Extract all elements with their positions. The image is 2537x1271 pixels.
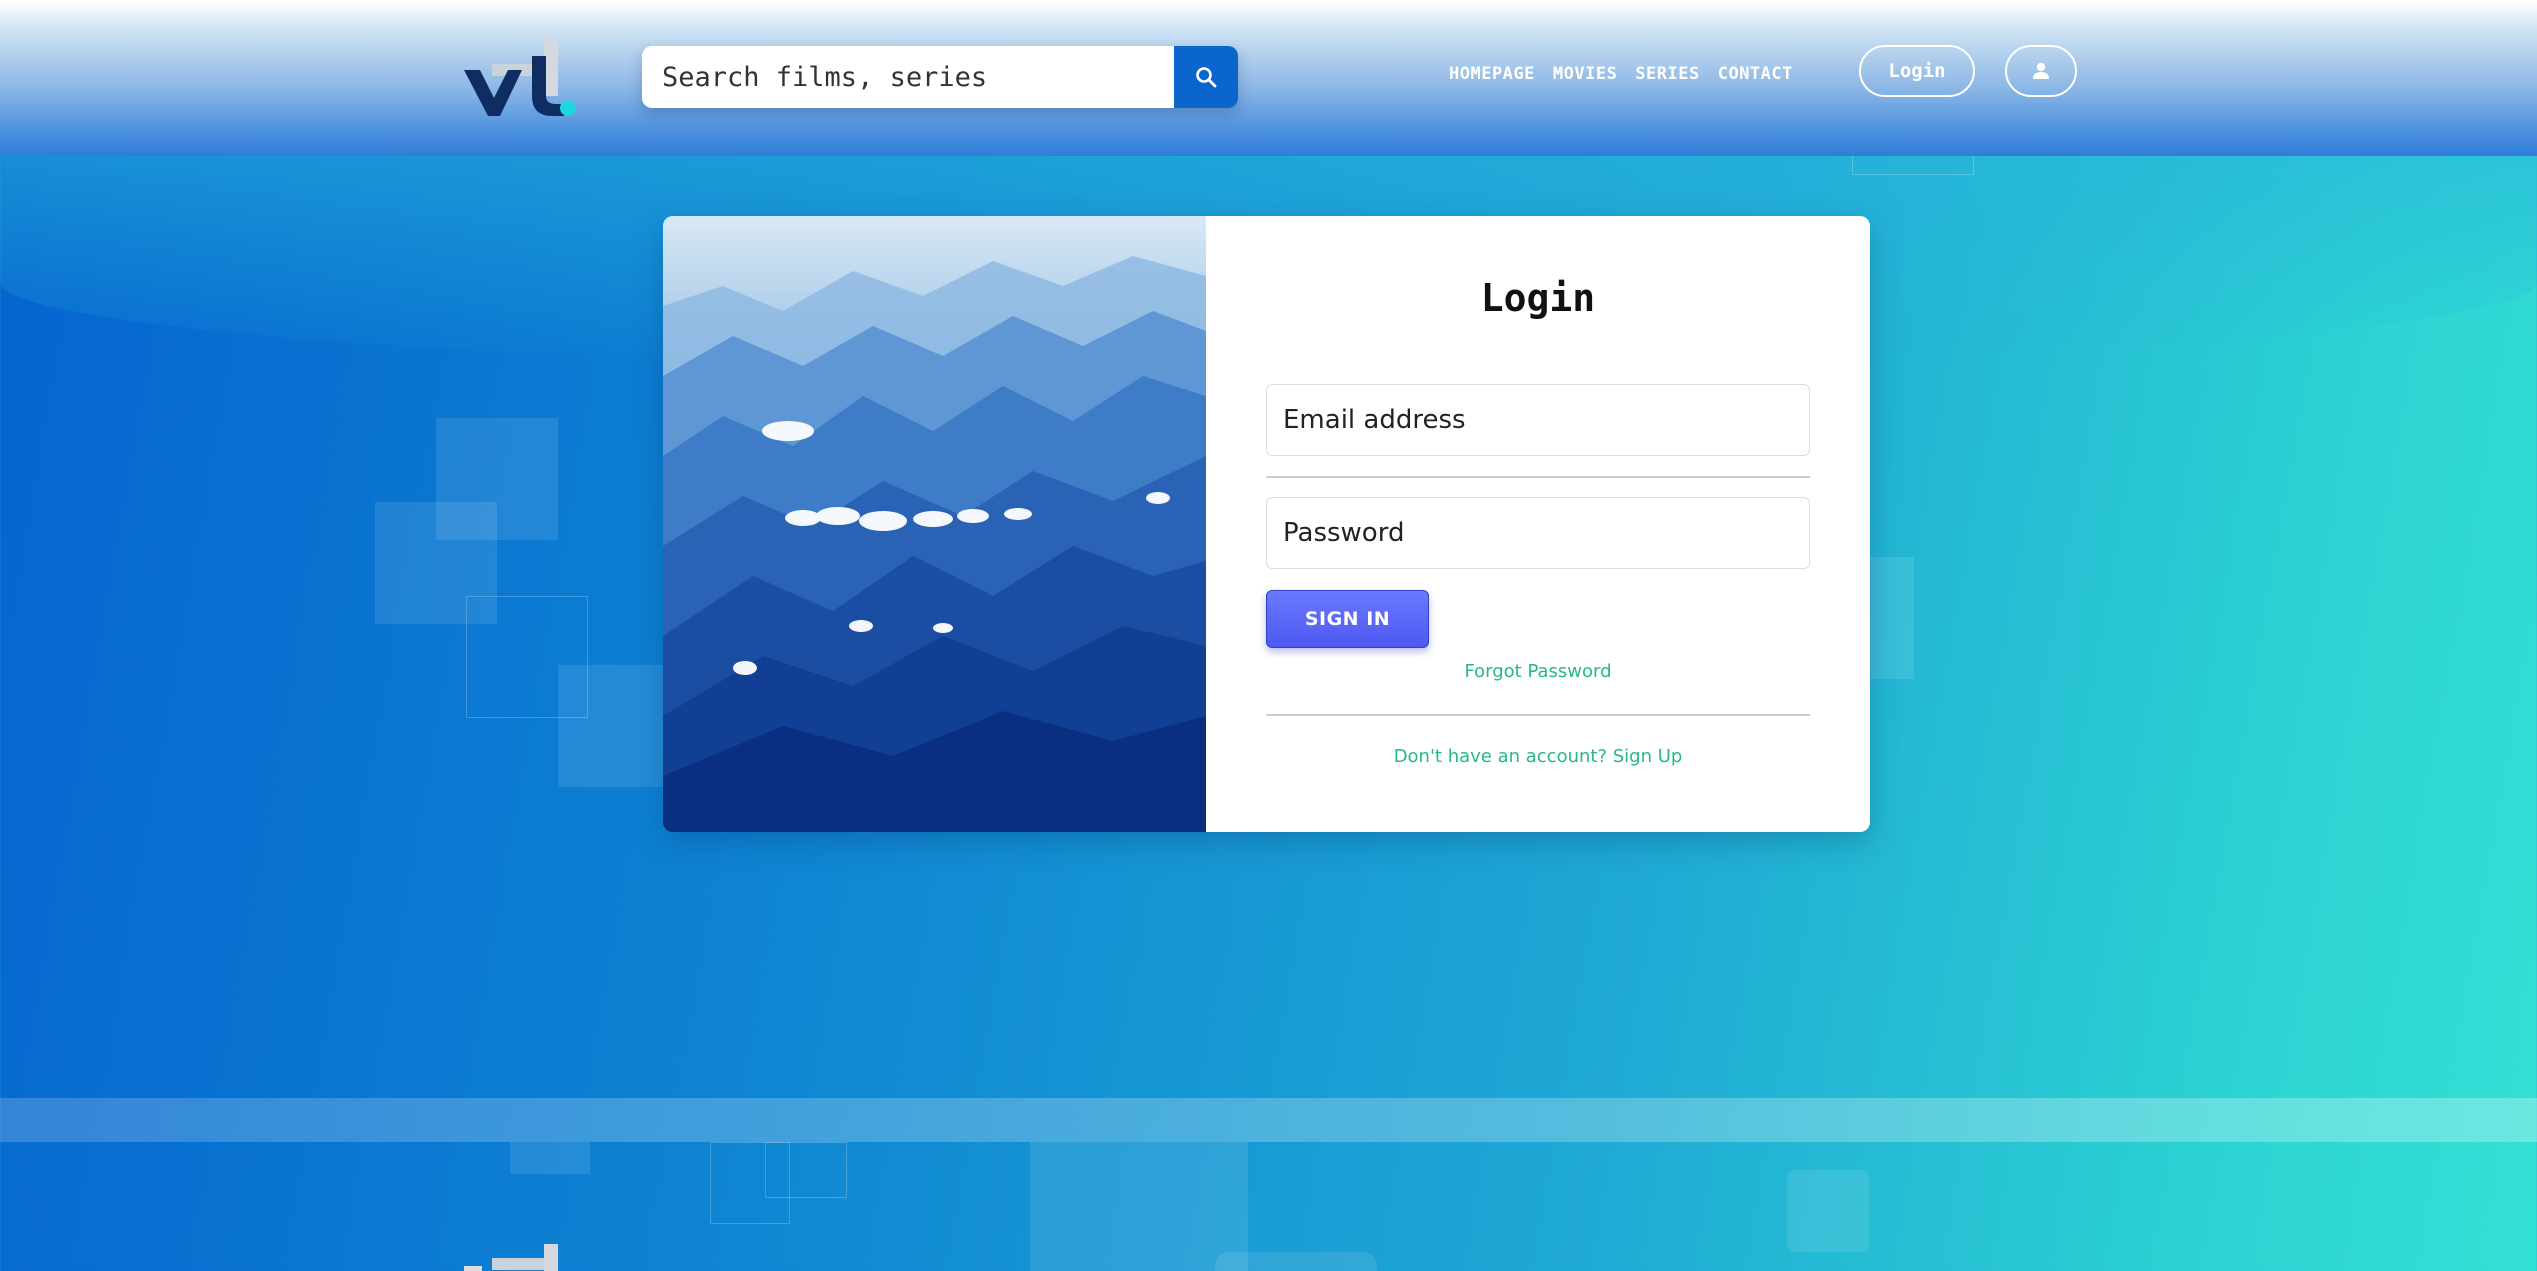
site-logo[interactable] (462, 36, 582, 122)
nav-contact[interactable]: CONTACT (1718, 64, 1793, 84)
login-card: Login SIGN IN Forgot Password Don't have… (663, 216, 1870, 832)
mountain-landscape-image (663, 216, 1206, 832)
search-input[interactable] (642, 46, 1174, 108)
background-square (1030, 1142, 1248, 1271)
forgot-password-link[interactable]: Forgot Password (1206, 661, 1870, 682)
divider (1266, 476, 1810, 478)
login-title: Login (1480, 276, 1596, 320)
search-button[interactable] (1174, 46, 1238, 108)
divider (1266, 714, 1810, 716)
header-login-button[interactable]: Login (1859, 45, 1975, 97)
login-form: Login SIGN IN Forgot Password Don't have… (1206, 216, 1870, 832)
background-band (0, 1098, 2537, 1142)
nav-movies[interactable]: MOVIES (1553, 64, 1617, 84)
background-square (510, 1142, 590, 1174)
main-nav: HOMEPAGE MOVIES SERIES CONTACT (1449, 64, 1793, 84)
background-square (1787, 1170, 1869, 1252)
background-square (1215, 1252, 1377, 1271)
sign-in-button[interactable]: SIGN IN (1266, 590, 1429, 648)
password-field[interactable] (1266, 497, 1810, 569)
user-icon (2033, 62, 2049, 79)
background-square (558, 665, 666, 787)
background-square (765, 1142, 847, 1198)
search-bar (642, 46, 1238, 108)
background-square (1870, 557, 1914, 679)
site-header: HOMEPAGE MOVIES SERIES CONTACT Login (0, 0, 2537, 156)
user-account-button[interactable] (2005, 45, 2077, 97)
footer-logo (464, 1244, 558, 1271)
sign-up-link[interactable]: Don't have an account? Sign Up (1206, 746, 1870, 767)
nav-series[interactable]: SERIES (1635, 64, 1699, 84)
nav-homepage[interactable]: HOMEPAGE (1449, 64, 1535, 84)
search-icon (1196, 67, 1217, 88)
email-field[interactable] (1266, 384, 1810, 456)
